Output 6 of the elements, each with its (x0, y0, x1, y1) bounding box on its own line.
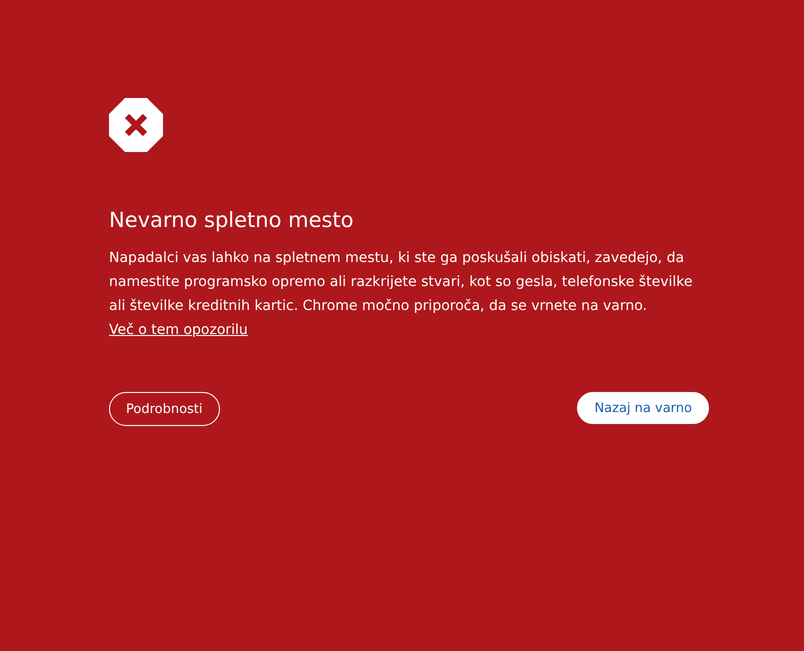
warning-message: Napadalci vas lahko na spletnem mestu, ki ste ga poskušali obiskati, zavedejo, da namestite programsko opremo ali razkrijete stvari, kot so gesla, telefonske številke ali številke kreditnih kartic. Chrome močno priporoča, da se vrnete na varno. Več o tem opozorilu (109, 249, 694, 340)
details-button[interactable]: Podrobnosti (109, 392, 220, 426)
learn-more-link[interactable]: Več o tem opozorilu (109, 322, 248, 338)
error-icon (109, 98, 163, 152)
back-to-safety-button[interactable]: Nazaj na varno (577, 392, 709, 424)
page-title: Nevarno spletno mesto (109, 207, 355, 234)
